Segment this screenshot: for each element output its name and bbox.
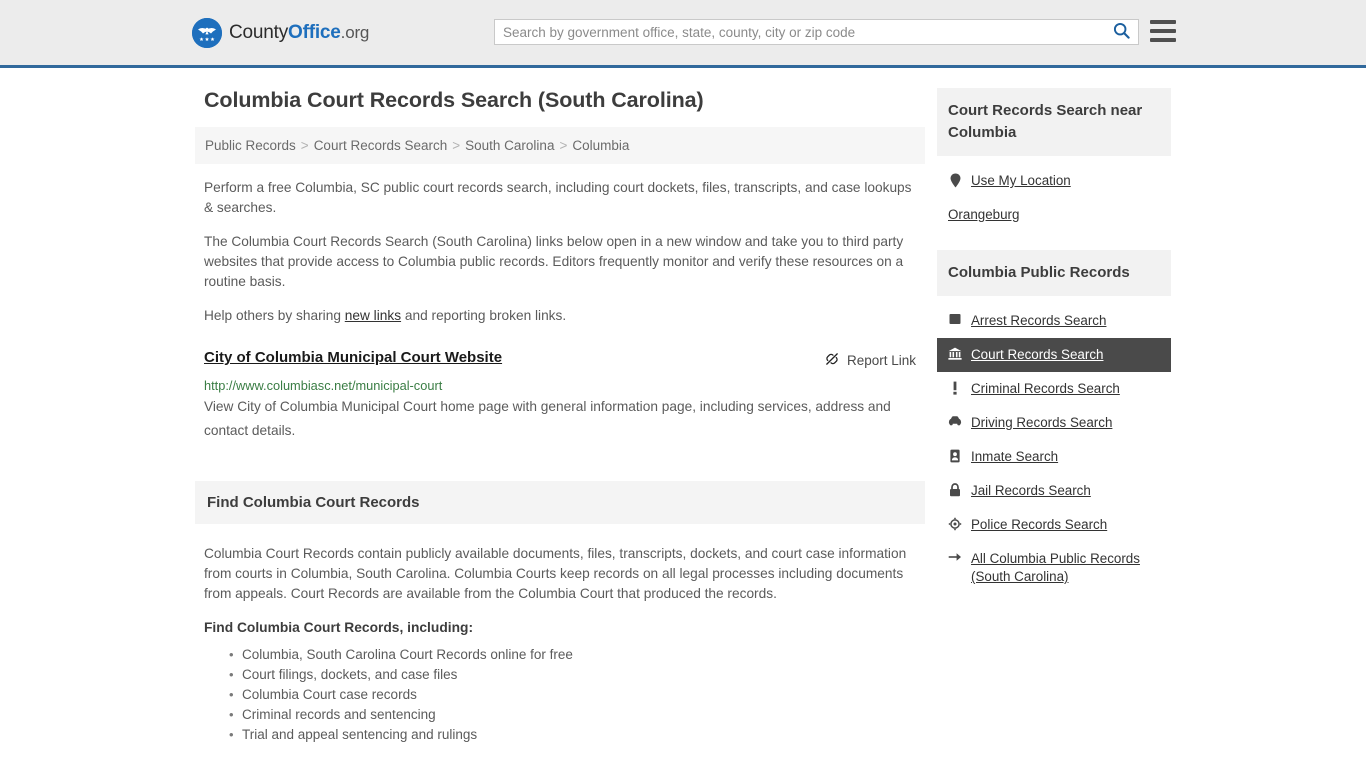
list-item: Criminal records and sentencing xyxy=(229,705,916,725)
arrow-right-icon xyxy=(948,550,962,563)
find-records-subheading: Find Columbia Court Records, including: xyxy=(204,620,474,635)
result-description: View City of Columbia Municipal Court ho… xyxy=(204,399,891,438)
list-item: Trial and appeal sentencing and rulings xyxy=(229,725,916,745)
padlock-icon xyxy=(948,482,962,497)
logo-text-org: .org xyxy=(340,22,370,42)
list-item: Columbia, South Carolina Court Records o… xyxy=(229,645,916,665)
map-pin-icon xyxy=(948,172,962,188)
main-column: Columbia Court Records Search (South Car… xyxy=(195,88,925,745)
list-item: Court filings, dockets, and case files xyxy=(229,665,916,685)
page-body: Columbia Court Records Search (South Car… xyxy=(0,68,1366,745)
sidebar-item-orangeburg[interactable]: Orangeburg xyxy=(937,198,1171,232)
sidebar-item-all-columbia-public-records[interactable]: All Columbia Public Records (South Carol… xyxy=(937,542,1171,594)
intro-paragraph: Perform a free Columbia, SC public court… xyxy=(204,180,912,215)
help-paragraph: Help others by sharing new links and rep… xyxy=(195,306,925,326)
report-link-button[interactable]: Report Link xyxy=(824,349,916,370)
sidebar-item-label: Driving Records Search xyxy=(971,415,1113,430)
site-logo[interactable]: CountyOffice.org xyxy=(192,17,369,48)
site-header: CountyOffice.org xyxy=(0,0,1366,68)
search-input[interactable] xyxy=(495,20,1104,44)
exclamation-icon xyxy=(948,380,962,395)
sidebar-item-label: Orangeburg xyxy=(948,207,1020,222)
breadcrumb-item-2[interactable]: South Carolina xyxy=(465,138,554,153)
police-badge-icon xyxy=(948,516,962,531)
breadcrumb-item-0[interactable]: Public Records xyxy=(205,138,296,153)
public-records-list: Arrest Records Search Court Records Sear… xyxy=(937,304,1171,594)
result-title-link[interactable]: City of Columbia Municipal Court Website xyxy=(204,349,502,366)
broken-link-icon xyxy=(824,351,840,370)
new-links-link[interactable]: new links xyxy=(345,308,401,323)
list-item: Columbia Court case records xyxy=(229,685,916,705)
sidebar-item-label: Police Records Search xyxy=(971,517,1108,532)
sidebar-item-jail-records-search[interactable]: Jail Records Search xyxy=(937,474,1171,508)
find-records-heading: Find Columbia Court Records xyxy=(195,481,925,524)
breadcrumb-separator: > xyxy=(559,138,568,153)
sidebar-item-label: Inmate Search xyxy=(971,449,1059,464)
hamburger-menu-icon[interactable] xyxy=(1150,20,1176,42)
eagle-seal-icon xyxy=(192,17,222,48)
report-link-label: Report Link xyxy=(846,353,916,368)
breadcrumb-item-3[interactable]: Columbia xyxy=(572,138,629,153)
public-records-card: Columbia Public Records Arrest Records S… xyxy=(937,250,1171,594)
courthouse-icon xyxy=(948,346,962,360)
breadcrumb-separator: > xyxy=(300,138,309,153)
find-records-body: Columbia Court Records contain publicly … xyxy=(195,544,925,745)
sidebar-item-label: Court Records Search xyxy=(971,347,1104,362)
search-icon xyxy=(1113,22,1130,42)
car-icon xyxy=(948,414,962,426)
near-card: Court Records Search near Columbia Use M… xyxy=(937,88,1171,232)
square-icon xyxy=(948,312,962,325)
find-records-paragraph: Columbia Court Records contain publicly … xyxy=(204,546,907,601)
logo-text-office: Office xyxy=(288,21,341,43)
breadcrumb-separator: > xyxy=(452,138,461,153)
sidebar-item-label: Arrest Records Search xyxy=(971,313,1107,328)
sidebar-item-criminal-records-search[interactable]: Criminal Records Search xyxy=(937,372,1171,406)
result-url[interactable]: http://www.columbiasc.net/municipal-cour… xyxy=(204,378,916,393)
help-prefix: Help others by sharing xyxy=(204,308,345,323)
id-badge-icon xyxy=(948,448,962,463)
sidebar: Court Records Search near Columbia Use M… xyxy=(937,88,1171,745)
page-title: Columbia Court Records Search (South Car… xyxy=(204,88,704,112)
sidebar-item-arrest-records-search[interactable]: Arrest Records Search xyxy=(937,304,1171,338)
logo-text: CountyOffice.org xyxy=(229,22,369,44)
sidebar-item-label: Jail Records Search xyxy=(971,483,1091,498)
breadcrumb-item-1[interactable]: Court Records Search xyxy=(314,138,448,153)
result-item: City of Columbia Municipal Court Website… xyxy=(195,340,925,443)
menu-bar-2 xyxy=(1150,29,1176,33)
menu-bar-3 xyxy=(1150,38,1176,42)
find-records-list: Columbia, South Carolina Court Records o… xyxy=(204,645,916,745)
search-button[interactable] xyxy=(1104,20,1138,44)
sidebar-item-police-records-search[interactable]: Police Records Search xyxy=(937,508,1171,542)
breadcrumb: Public Records > Court Records Search > Sout… xyxy=(195,127,925,164)
sidebar-item-driving-records-search[interactable]: Driving Records Search xyxy=(937,406,1171,440)
sidebar-item-label: All Columbia Public Records (South Carol… xyxy=(971,551,1140,584)
links-paragraph: The Columbia Court Records Search (South… xyxy=(204,234,904,289)
sidebar-item-label: Criminal Records Search xyxy=(971,381,1120,396)
sidebar-item-label: Use My Location xyxy=(971,173,1071,188)
logo-text-county: County xyxy=(229,21,289,43)
sidebar-item-court-records-search[interactable]: Court Records Search xyxy=(937,338,1171,372)
search-bar xyxy=(494,19,1139,45)
near-card-heading: Court Records Search near Columbia xyxy=(937,88,1171,156)
menu-bar-1 xyxy=(1150,20,1176,24)
sidebar-item-inmate-search[interactable]: Inmate Search xyxy=(937,440,1171,474)
near-card-list: Use My Location Orangeburg xyxy=(937,164,1171,232)
public-records-heading: Columbia Public Records xyxy=(937,250,1171,296)
sidebar-item-use-my-location[interactable]: Use My Location xyxy=(937,164,1171,198)
help-suffix: and reporting broken links. xyxy=(401,308,567,323)
